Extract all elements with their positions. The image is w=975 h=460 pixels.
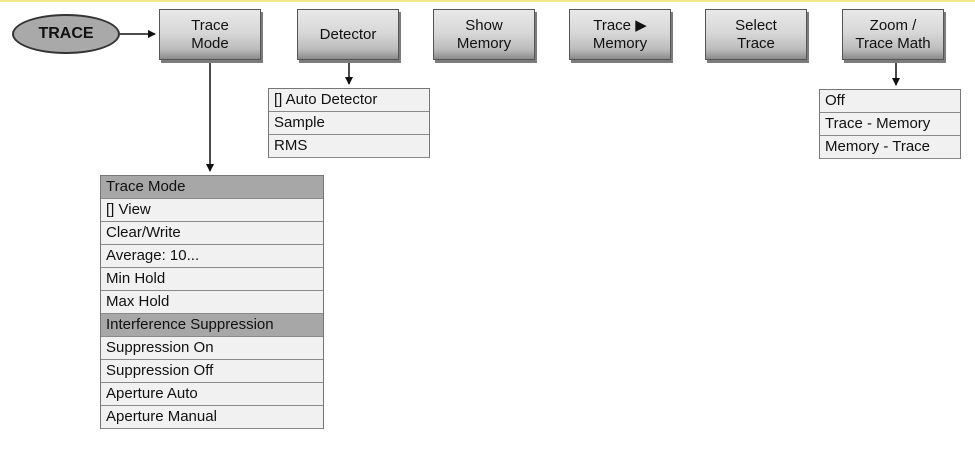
zoom-menu-item-memory-minus-trace[interactable]: Memory - Trace	[820, 136, 960, 159]
trace-mode-item-clear-write[interactable]: Clear/Write	[101, 222, 323, 245]
interference-suppression-header: Interference Suppression	[101, 314, 323, 337]
suppression-item-aperture-auto[interactable]: Aperture Auto	[101, 383, 323, 406]
suppression-item-on[interactable]: Suppression On	[101, 337, 323, 360]
trace-mode-item-view[interactable]: [] View	[101, 199, 323, 222]
trace-root-node: TRACE	[12, 14, 120, 54]
detector-menu: [] Auto Detector Sample RMS	[268, 88, 430, 158]
zoom-menu-item-trace-minus-memory[interactable]: Trace - Memory	[820, 113, 960, 136]
zoom-trace-math-softkey[interactable]: Zoom / Trace Math	[842, 9, 944, 60]
trace-mode-softkey[interactable]: Trace Mode	[159, 9, 261, 60]
detector-menu-item-sample[interactable]: Sample	[269, 112, 429, 135]
trace-to-memory-softkey[interactable]: Trace ▶ Memory	[569, 9, 671, 60]
suppression-item-aperture-manual[interactable]: Aperture Manual	[101, 406, 323, 429]
trace-mode-menu-header: Trace Mode	[101, 176, 323, 199]
trace-mode-item-min-hold[interactable]: Min Hold	[101, 268, 323, 291]
detector-menu-item-rms[interactable]: RMS	[269, 135, 429, 158]
detector-menu-item-auto[interactable]: [] Auto Detector	[269, 89, 429, 112]
trace-mode-menu: Trace Mode [] View Clear/Write Average: …	[100, 175, 324, 429]
zoom-trace-math-menu: Off Trace - Memory Memory - Trace	[819, 89, 961, 159]
suppression-item-off[interactable]: Suppression Off	[101, 360, 323, 383]
trace-mode-item-max-hold[interactable]: Max Hold	[101, 291, 323, 314]
show-memory-softkey[interactable]: Show Memory	[433, 9, 535, 60]
zoom-menu-item-off[interactable]: Off	[820, 90, 960, 113]
trace-mode-item-average[interactable]: Average: 10...	[101, 245, 323, 268]
select-trace-softkey[interactable]: Select Trace	[705, 9, 807, 60]
detector-softkey[interactable]: Detector	[297, 9, 399, 60]
